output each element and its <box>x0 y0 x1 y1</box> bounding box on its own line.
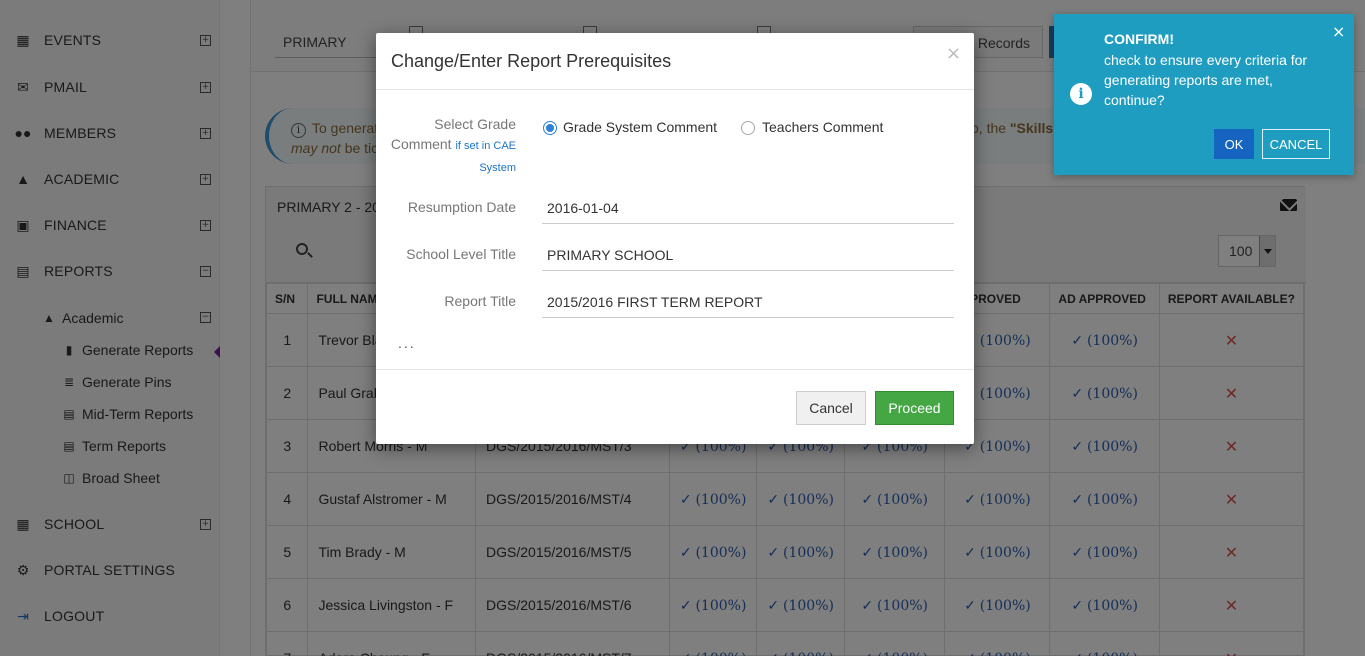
cancel-button[interactable]: Cancel <box>796 391 866 425</box>
confirm-message: check to ensure every criteria for gener… <box>1104 52 1308 108</box>
modal-footer: Cancel Proceed <box>376 369 974 444</box>
cancel-button[interactable]: CANCEL <box>1262 129 1330 159</box>
prerequisites-modal: Change/Enter Report Prerequisites × Sele… <box>376 33 974 444</box>
close-icon[interactable]: × <box>946 43 961 64</box>
teachers-comment-radio-label[interactable]: Teachers Comment <box>762 119 883 135</box>
cae-system-link[interactable]: if set in CAE System <box>455 140 516 174</box>
info-icon: i <box>1070 83 1092 105</box>
report-title-input[interactable]: 2015/2016 FIRST TERM REPORT <box>542 286 954 318</box>
resumption-date-input[interactable]: 2016-01-04 <box>542 192 954 224</box>
proceed-button[interactable]: Proceed <box>875 391 954 425</box>
close-icon[interactable]: × <box>1332 22 1345 41</box>
grade-system-radio-label[interactable]: Grade System Comment <box>563 119 717 135</box>
grade-comment-label: Select Grade Comment if set in CAE Syste… <box>390 116 516 174</box>
confirm-notification: × i CONFIRM! check to ensure every crite… <box>1054 14 1354 175</box>
report-title-label: Report Title <box>444 293 516 309</box>
modal-title: Change/Enter Report Prerequisites <box>391 51 672 71</box>
resumption-date-label: Resumption Date <box>407 199 516 215</box>
confirm-title: CONFIRM! <box>1104 31 1174 47</box>
more-indicator: ... <box>398 335 416 351</box>
school-level-input[interactable]: PRIMARY SCHOOL <box>542 239 954 271</box>
grade-system-radio[interactable] <box>543 121 557 135</box>
teachers-comment-radio[interactable] <box>741 121 755 135</box>
school-level-label: School Level Title <box>406 246 516 262</box>
ok-button[interactable]: OK <box>1214 129 1254 159</box>
modal-header: Change/Enter Report Prerequisites × <box>376 33 974 90</box>
